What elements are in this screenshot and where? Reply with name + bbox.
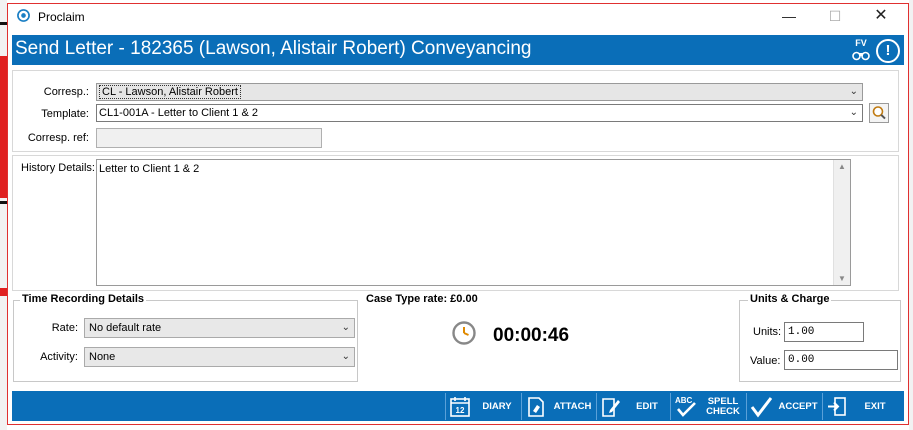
template-select[interactable]: CL1-001A - Letter to Client 1 & 2 ⌄ (96, 104, 863, 122)
rate-select[interactable]: No default rate ⌄ (84, 318, 355, 338)
activity-label: Activity: (40, 351, 78, 363)
exit-door-icon (828, 397, 846, 416)
spell-check-button[interactable]: ABC SPELL CHECK (670, 393, 746, 420)
background-red-bar (0, 56, 7, 198)
attach-label: ATTACH (553, 400, 592, 412)
accept-label: ACCEPT (778, 400, 818, 412)
value-label: Value: (750, 355, 781, 367)
spell-label-line2: CHECK (706, 405, 740, 417)
window-title: Proclaim (38, 10, 85, 24)
attach-button[interactable]: ATTACH (521, 393, 596, 420)
template-label: Template: (41, 108, 89, 120)
edit-label: EDIT (636, 400, 658, 412)
proclaim-logo-icon (17, 9, 30, 22)
template-search-button[interactable] (869, 103, 889, 123)
diary-button[interactable]: 12 DIARY (445, 393, 521, 420)
background-dark-line (0, 201, 7, 204)
units-charge-legend: Units & Charge (748, 293, 832, 305)
corresp-value: CL - Lawson, Alistair Robert (99, 85, 241, 99)
chevron-down-icon: ⌄ (341, 351, 350, 362)
activity-select[interactable]: None ⌄ (84, 347, 355, 367)
timer-display: 00:00:46 (493, 325, 570, 346)
maximize-button[interactable]: ☐ (812, 4, 858, 28)
time-recording-legend: Time Recording Details (20, 293, 147, 305)
spell-check-label: SPELL CHECK (699, 393, 747, 420)
history-textarea[interactable]: Letter to Client 1 & 2 ▲ ▼ (96, 159, 851, 286)
corresp-ref-label: Corresp. ref: (27, 132, 89, 144)
units-charge-fieldset: Units & Charge Units: 1.00 Value: 0.00 (739, 293, 901, 382)
background-strip-right (909, 0, 913, 430)
rate-value: No default rate (89, 322, 162, 334)
close-button[interactable]: ✕ (858, 4, 904, 28)
correspondence-group: Corresp.: CL - Lawson, Alistair Robert ⌄… (12, 70, 899, 152)
chevron-down-icon: ⌄ (341, 322, 350, 333)
spell-check-icon: ABC (675, 396, 696, 417)
accept-button[interactable]: ACCEPT (746, 393, 822, 420)
corresp-select[interactable]: CL - Lawson, Alistair Robert ⌄ (96, 83, 863, 101)
background-red-bar (0, 288, 7, 296)
time-recording-fieldset: Time Recording Details Rate: No default … (13, 293, 358, 382)
history-group: History Details: Letter to Client 1 & 2 … (12, 155, 899, 291)
fv-label: FV (855, 38, 867, 48)
scroll-down-icon[interactable]: ▼ (834, 274, 850, 283)
history-scrollbar[interactable]: ▲ ▼ (833, 160, 850, 285)
corresp-ref-field[interactable] (96, 128, 322, 148)
units-input[interactable]: 1.00 (784, 322, 864, 342)
exit-button[interactable]: EXIT (822, 393, 900, 420)
edit-document-icon (602, 398, 620, 417)
diary-label: DIARY (482, 400, 512, 412)
background-dark-line (0, 22, 7, 25)
history-text: Letter to Client 1 & 2 (99, 163, 200, 175)
units-label: Units: (753, 326, 782, 338)
value-input[interactable]: 0.00 (784, 350, 898, 370)
minimize-button[interactable]: — (766, 4, 812, 28)
binoculars-icon (852, 51, 870, 61)
chevron-down-icon: ⌄ (849, 107, 858, 118)
clock-icon[interactable] (452, 321, 476, 345)
template-value: CL1-001A - Letter to Client 1 & 2 (99, 107, 258, 119)
scroll-up-icon[interactable]: ▲ (834, 162, 850, 171)
calendar-icon: 12 (450, 397, 470, 417)
page-title: Send Letter - 182365 (Lawson, Alistair R… (15, 38, 532, 59)
case-type-rate: Case Type rate: £0.00 (366, 293, 478, 305)
exit-label: EXIT (864, 400, 886, 412)
history-label: History Details: (21, 162, 95, 174)
dialog-header: Send Letter - 182365 (Lawson, Alistair R… (12, 35, 904, 65)
title-bar: Proclaim — ☐ ✕ (8, 4, 908, 28)
corresp-label: Corresp.: (43, 86, 89, 98)
chevron-down-icon: ⌄ (849, 86, 858, 97)
dialog-window: Proclaim — ☐ ✕ Send Letter - 182365 (Law… (7, 3, 909, 425)
edit-button[interactable]: EDIT (596, 393, 670, 420)
rate-label: Rate: (51, 322, 78, 334)
spell-label-line1: SPELL (707, 395, 739, 407)
spell-check-icon-text: ABC (675, 396, 693, 405)
checkmark-icon (750, 397, 772, 418)
magnifier-icon (872, 106, 886, 120)
activity-value: None (89, 351, 116, 363)
attach-document-icon (528, 397, 544, 417)
fv-binoculars-button[interactable]: FV (850, 38, 872, 62)
info-icon[interactable]: ! (876, 39, 900, 63)
calendar-icon-number: 12 (456, 406, 465, 415)
